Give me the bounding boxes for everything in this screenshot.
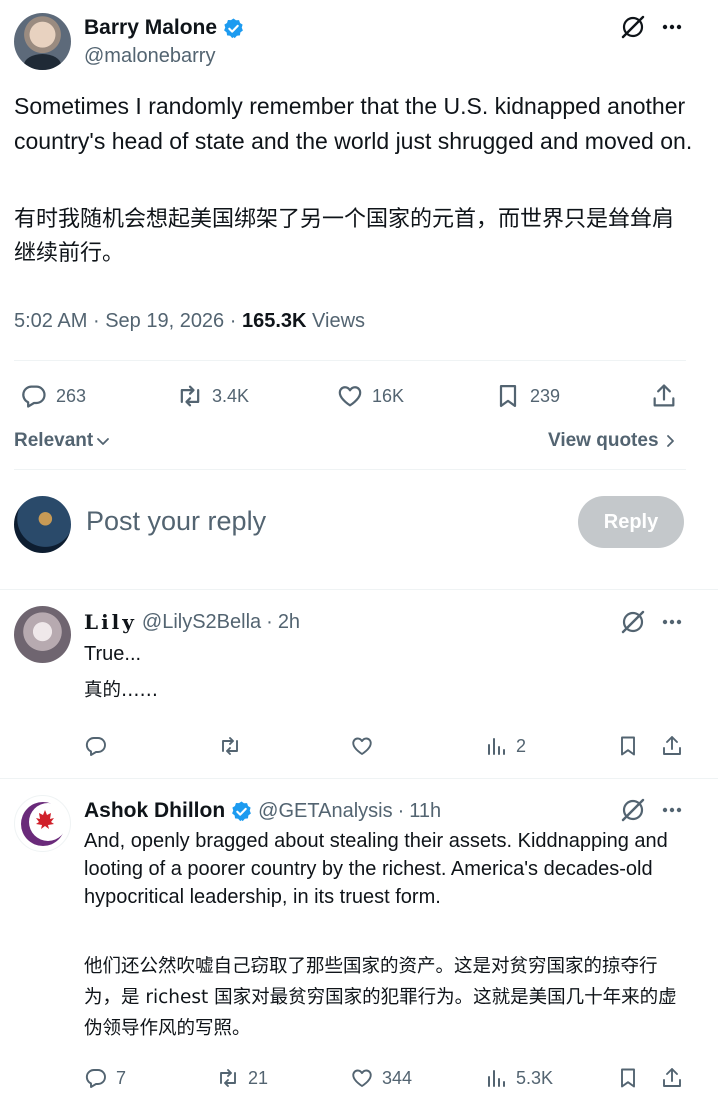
separator: · — [92, 310, 100, 332]
author-name[interactable]: Barry Malone — [84, 16, 217, 40]
post-date[interactable]: Sep 19, 2026 — [105, 310, 224, 332]
author-name-row[interactable]: Barry Malone — [84, 16, 245, 40]
divider — [14, 360, 686, 361]
grok-icon[interactable] — [620, 609, 646, 635]
reply-author-handle[interactable]: @GETAnalysis — [258, 800, 392, 823]
reply-age[interactable]: 2h — [278, 611, 300, 634]
views-icon — [488, 738, 505, 755]
repost-action[interactable] — [218, 734, 250, 758]
divider — [14, 469, 686, 470]
views-count: 5.3K — [516, 1067, 554, 1088]
reply-action[interactable] — [84, 734, 116, 758]
reply-author-name[interactable]: Ashok Dhillon — [84, 799, 225, 823]
author-avatar[interactable] — [14, 13, 71, 70]
chevron-right-icon — [666, 435, 674, 447]
separator: · — [229, 310, 237, 332]
reply-icon — [85, 737, 106, 756]
reply-action[interactable]: 263 — [20, 382, 86, 410]
reply-count: 7 — [116, 1067, 127, 1088]
bookmark-icon — [621, 1068, 635, 1088]
bookmark-count: 239 — [530, 385, 561, 406]
separator: · — [266, 610, 273, 633]
views-count: 2 — [516, 735, 527, 756]
like-action[interactable]: 344 — [350, 1066, 412, 1090]
grok-icon[interactable] — [620, 797, 646, 823]
verified-badge-icon — [232, 800, 252, 821]
bookmark-action[interactable]: 239 — [494, 382, 560, 410]
reply-icon — [22, 385, 46, 408]
share-action[interactable] — [650, 382, 678, 410]
author-handle[interactable]: @malonebarry — [84, 45, 215, 68]
reply-item: Ashok Dhillon @GETAnalysis · 11h And, op… — [0, 779, 718, 1110]
reply-author-avatar[interactable] — [14, 606, 71, 663]
heart-icon — [338, 386, 362, 407]
sort-label: Relevant — [14, 430, 94, 451]
reply-text: And, openly bragged about stealing their… — [84, 830, 668, 908]
reply-header: Lily @LilyS2Bella · 2h — [84, 610, 300, 634]
reply-count: 263 — [56, 385, 87, 406]
views-label: Views — [312, 310, 366, 332]
bookmark-icon — [621, 736, 635, 756]
bookmark-action[interactable] — [616, 1066, 640, 1090]
like-action[interactable] — [350, 734, 382, 758]
reply-author-name[interactable]: Lily — [84, 610, 137, 634]
share-icon — [663, 736, 681, 755]
repost-icon — [220, 1069, 236, 1087]
share-action[interactable] — [660, 1066, 684, 1090]
reply-button[interactable]: Reply — [578, 496, 684, 548]
repost-count: 3.4K — [212, 385, 250, 406]
like-action[interactable]: 16K — [336, 382, 404, 410]
repost-count: 21 — [248, 1067, 269, 1088]
views-action[interactable]: 2 — [484, 734, 526, 758]
reply-item: Lily @LilyS2Bella · 2h True... 真的…… 2 — [0, 590, 718, 778]
heart-icon — [352, 1069, 372, 1087]
reply-translation: 真的…… — [84, 680, 159, 701]
share-icon — [653, 384, 675, 407]
repost-action[interactable]: 3.4K — [176, 382, 249, 410]
current-user-avatar[interactable] — [14, 496, 71, 553]
post-time[interactable]: 5:02 AM — [14, 310, 87, 332]
post-text: Sometimes I randomly remember that the U… — [14, 93, 693, 154]
views-icon — [488, 1070, 505, 1087]
more-options-icon[interactable] — [661, 611, 683, 633]
like-count: 344 — [382, 1067, 413, 1088]
reply-author-handle[interactable]: @LilyS2Bella — [142, 611, 261, 634]
reply-icon — [85, 1069, 106, 1088]
verified-badge-icon — [224, 17, 243, 38]
sort-dropdown[interactable]: Relevant — [14, 430, 111, 452]
share-icon — [663, 1068, 681, 1087]
reply-header: Ashok Dhillon @GETAnalysis · 11h — [84, 799, 441, 823]
like-count: 16K — [372, 385, 405, 406]
reply-translation: 他们还公然吹嘘自己窃取了那些国家的资产。这是对贫穷国家的掠夺行为，是 riche… — [84, 956, 677, 1039]
view-quotes-link[interactable]: View quotes — [548, 430, 677, 452]
post-metadata: 5:02 AM · Sep 19, 2026 · 165.3K Views — [14, 310, 365, 333]
grok-icon[interactable] — [620, 14, 646, 40]
reply-age[interactable]: 11h — [409, 800, 441, 823]
bookmark-icon — [499, 384, 517, 408]
repost-icon — [180, 385, 200, 407]
bookmark-action[interactable] — [616, 734, 640, 758]
chevron-down-icon — [97, 438, 110, 445]
reply-text: True... — [84, 643, 142, 665]
views-action[interactable]: 5.3K — [484, 1066, 553, 1090]
views-count: 165.3K — [241, 310, 307, 332]
post-translation: 有时我随机会想起美国绑架了另一个国家的元首，而世界只是耸耸肩继续前行。 — [14, 207, 675, 266]
reply-action[interactable]: 7 — [84, 1066, 126, 1090]
separator: · — [397, 799, 405, 822]
more-options-icon[interactable] — [661, 799, 683, 821]
view-quotes-label: View quotes — [548, 430, 659, 451]
repost-icon — [222, 737, 238, 755]
reply-input[interactable]: Post your reply — [86, 506, 266, 537]
share-action[interactable] — [660, 734, 684, 758]
repost-action[interactable]: 21 — [216, 1066, 268, 1090]
maple-crescent-logo-icon — [21, 802, 67, 846]
heart-icon — [352, 737, 372, 755]
more-options-icon[interactable] — [661, 16, 683, 38]
reply-author-avatar[interactable] — [14, 795, 71, 852]
